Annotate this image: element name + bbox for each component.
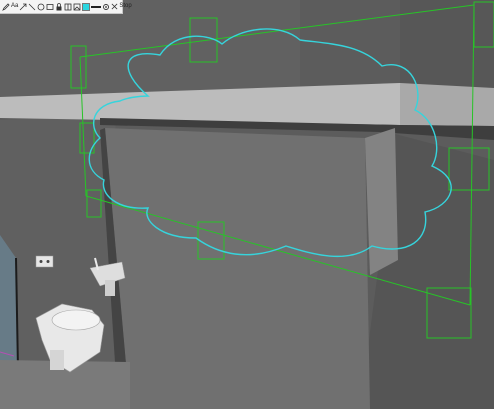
pencil-icon[interactable] [2, 1, 10, 12]
ceiling-beam-end [400, 83, 494, 126]
column-side-face [365, 128, 398, 275]
color-swatch[interactable] [82, 1, 91, 12]
ellipse-icon[interactable] [37, 1, 45, 12]
settings-icon[interactable] [102, 1, 110, 12]
column-front-face [105, 128, 370, 409]
stop-label: Stop [119, 3, 132, 9]
image-icon[interactable] [73, 1, 81, 12]
outlet-hole-left [39, 260, 43, 263]
line-weight-selector[interactable] [91, 1, 102, 12]
lock-icon[interactable] [55, 1, 63, 12]
text-tool-icon[interactable]: Aa [11, 1, 18, 12]
wall-outlet [35, 255, 54, 268]
3d-viewport[interactable] [0, 0, 494, 409]
line-icon[interactable] [28, 1, 36, 12]
line-weight-icon [91, 5, 102, 8]
markup-toolbar: Aa Stop [0, 0, 132, 14]
rectangle-icon[interactable] [46, 1, 54, 12]
arrow-icon[interactable] [19, 1, 27, 12]
color-swatch-fill [82, 2, 91, 11]
text-tool-label: Aa [11, 3, 19, 9]
split-view-icon[interactable] [64, 1, 72, 12]
stop-button[interactable]: Stop [111, 1, 132, 12]
outlet-hole-right [46, 260, 50, 263]
